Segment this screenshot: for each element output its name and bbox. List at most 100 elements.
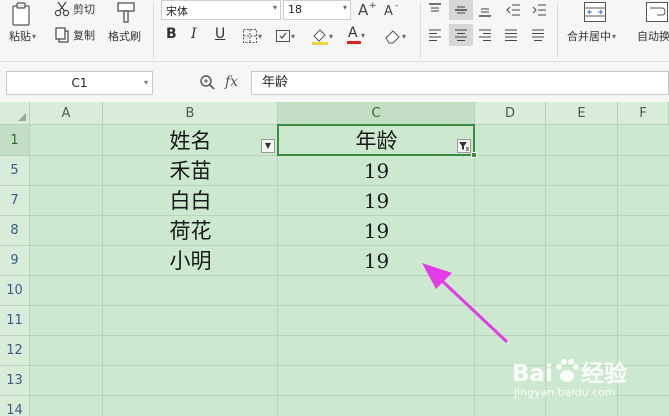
column-header-b[interactable]: B xyxy=(103,102,278,125)
arrow-shaft xyxy=(436,275,508,343)
cut-button[interactable]: 剪切 xyxy=(54,1,95,17)
row-header-14[interactable]: 14 xyxy=(0,396,30,416)
column-header-d[interactable]: D xyxy=(475,102,546,125)
align-top-icon xyxy=(429,3,441,12)
paintbrush-icon xyxy=(117,2,135,23)
row-header-7[interactable]: 7 xyxy=(0,186,30,216)
align-right-icon xyxy=(479,29,491,41)
increase-indent-button[interactable] xyxy=(531,2,547,18)
border-grid-icon xyxy=(243,29,257,43)
font-color-letter: A xyxy=(348,25,358,41)
watermark-logo: Bai 经验 xyxy=(512,354,627,388)
ribbon-toolbar: 粘贴 ▾ 剪切 复制 格式刷 宋体 ▾ 18 ▾ A + A - B I U ▾… xyxy=(0,0,669,62)
increase-font-button[interactable]: A + xyxy=(357,0,377,18)
decrease-font-button[interactable]: A - xyxy=(383,0,403,18)
decrease-indent-button[interactable] xyxy=(505,2,521,18)
autowrap-icon-button[interactable] xyxy=(645,1,669,23)
font-size-value: 18 xyxy=(288,3,302,16)
font-color-swatch xyxy=(347,41,361,44)
borders-button[interactable]: ▾ xyxy=(242,28,262,44)
ribbon-divider xyxy=(420,2,421,58)
filter-dropdown-button[interactable]: ▼ xyxy=(261,139,275,153)
cell-name[interactable]: 禾苗 xyxy=(103,156,278,186)
font-color-button[interactable]: A ▾ xyxy=(347,25,365,45)
bold-button[interactable]: B xyxy=(166,26,177,42)
align-middle-icon xyxy=(455,6,467,14)
cell-name[interactable]: 荷花 xyxy=(103,216,278,246)
copy-label: 复制 xyxy=(73,29,95,42)
font-increase-icon: A + xyxy=(358,1,377,18)
chevron-down-icon: ▾ xyxy=(402,31,407,41)
cell-age[interactable]: 19 xyxy=(278,186,475,216)
cell-style-button[interactable]: ▾ xyxy=(275,28,295,44)
annotation-arrow xyxy=(422,263,508,343)
cell-name[interactable]: 白白 xyxy=(103,186,278,216)
outdent-icon xyxy=(506,4,520,16)
row-header-8[interactable]: 8 xyxy=(0,216,30,246)
column-header-a[interactable]: A xyxy=(30,102,103,125)
dropdown-arrow-icon: ▼ xyxy=(264,141,272,150)
corner-triangle-icon xyxy=(18,113,26,121)
underline-button[interactable]: U xyxy=(215,26,225,42)
indent-icon xyxy=(532,4,546,16)
row-header-10[interactable]: 10 xyxy=(0,276,30,306)
merge-cells-icon xyxy=(584,2,606,22)
merge-center-button[interactable]: 合并居中 ▾ xyxy=(567,28,616,44)
autowrap-button[interactable]: 自动换 xyxy=(637,28,669,44)
cell-style-icon xyxy=(276,30,290,42)
merge-center-icon-button[interactable] xyxy=(583,1,607,23)
chevron-down-icon: ▾ xyxy=(32,31,37,41)
column-header-e[interactable]: E xyxy=(546,102,618,125)
fill-handle[interactable] xyxy=(471,152,477,158)
underline-label: U xyxy=(215,26,226,42)
row-header-5[interactable]: 5 xyxy=(0,156,30,186)
align-left-button[interactable] xyxy=(427,27,443,43)
name-box[interactable]: C1 ▾ xyxy=(6,71,153,95)
align-middle-button[interactable] xyxy=(449,0,473,20)
align-left-icon xyxy=(429,29,441,41)
cell-age[interactable]: 19 xyxy=(278,216,475,246)
ribbon-divider xyxy=(557,2,558,58)
italic-button[interactable]: I xyxy=(191,26,197,42)
row-header-9[interactable]: 9 xyxy=(0,246,30,276)
svg-text:A: A xyxy=(384,4,393,18)
format-painter-button[interactable] xyxy=(114,0,138,24)
baidu-watermark: Bai 经验 jingyan.baidu.com xyxy=(510,348,669,416)
cell-age[interactable]: 19 xyxy=(278,156,475,186)
font-name-value: 宋体 xyxy=(166,5,188,18)
select-all-corner[interactable] xyxy=(0,102,30,125)
chevron-down-icon: ▾ xyxy=(143,78,148,87)
cell-name[interactable]: 小明 xyxy=(103,246,278,276)
distribute-button[interactable] xyxy=(530,27,546,43)
cell-b1-header-name[interactable]: 姓名 xyxy=(103,126,278,156)
row-header-1[interactable]: 1 xyxy=(0,125,30,156)
formula-input[interactable]: 年龄 xyxy=(251,71,669,95)
copy-button[interactable]: 复制 xyxy=(54,27,95,43)
align-bottom-button[interactable] xyxy=(477,2,493,18)
align-center-button[interactable] xyxy=(449,24,473,46)
font-name-select[interactable]: 宋体 ▾ xyxy=(161,0,281,20)
italic-label: I xyxy=(191,26,197,42)
zoom-icon[interactable] xyxy=(199,74,217,92)
font-decrease-icon: A - xyxy=(384,1,398,18)
row-header-12[interactable]: 12 xyxy=(0,336,30,366)
paste-button[interactable] xyxy=(8,2,34,26)
row-header-13[interactable]: 13 xyxy=(0,366,30,396)
paste-label-wrap[interactable]: 粘贴 ▾ xyxy=(9,28,36,44)
eraser-icon xyxy=(385,30,400,44)
row-header-11[interactable]: 11 xyxy=(0,306,30,336)
active-cell-selection xyxy=(277,124,475,156)
fx-button[interactable]: fx xyxy=(225,74,238,90)
font-size-select[interactable]: 18 ▾ xyxy=(283,0,351,20)
clear-button[interactable]: ▾ xyxy=(384,27,406,45)
align-right-button[interactable] xyxy=(477,27,493,43)
align-top-button[interactable] xyxy=(427,2,443,18)
copy-icon xyxy=(55,27,69,43)
justify-button[interactable] xyxy=(503,27,519,43)
fill-color-button[interactable]: ▾ xyxy=(311,27,333,45)
paw-icon xyxy=(555,359,579,382)
column-header-f[interactable]: F xyxy=(618,102,669,125)
format-painter-label-wrap[interactable]: 格式刷 xyxy=(108,28,141,44)
watermark-url: jingyan.baidu.com xyxy=(514,386,616,399)
column-header-c[interactable]: C xyxy=(278,102,475,125)
